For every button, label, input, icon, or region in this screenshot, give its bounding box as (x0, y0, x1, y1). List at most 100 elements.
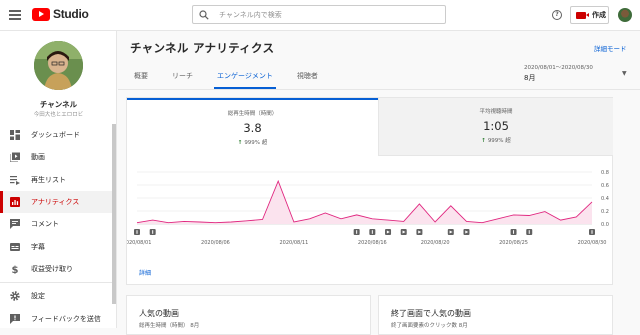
dollar-icon: $ (10, 264, 20, 274)
studio-logo[interactable]: Studio (32, 7, 89, 21)
y-tick-label: 0.6 (601, 183, 609, 189)
metric-value: 3.8 (243, 121, 262, 135)
top-bar: Studio チャンネル内で検索 ? 作成 (0, 0, 640, 31)
see-more-link[interactable]: 詳細 (139, 268, 151, 277)
search-input[interactable]: チャンネル内で検索 (192, 5, 446, 24)
page-title: チャンネル アナリティクス (130, 41, 275, 55)
gear-icon (10, 291, 20, 301)
metric-change: ↑ 999% 超 (481, 138, 511, 144)
metric-value: 1:05 (483, 119, 509, 133)
comment-icon (10, 219, 20, 230)
sidebar-item-settings[interactable]: 設定 (0, 285, 113, 307)
sidebar-scrollbar[interactable] (112, 124, 116, 304)
advanced-mode-link[interactable]: 詳細モード (594, 43, 627, 53)
top-videos-card: 人気の動画 総再生時間（時間） 8月 (126, 295, 371, 335)
tab-audience[interactable]: 視聴者 (297, 71, 318, 89)
video-icon (10, 152, 20, 163)
account-avatar[interactable] (618, 8, 632, 22)
search-placeholder: チャンネル内で検索 (219, 10, 282, 19)
upload-marker-icon (589, 229, 595, 235)
x-tick-label: 2020/08/30 (578, 240, 607, 246)
sidebar-item-comments[interactable]: コメント (0, 213, 113, 235)
search-icon (199, 9, 209, 20)
svg-text:$: $ (12, 265, 19, 274)
up-arrow-icon: ↑ (481, 138, 486, 144)
play-marker-icon (400, 229, 407, 235)
upload-marker-icon (369, 229, 376, 235)
x-tick-label: 2020/08/16 (358, 240, 387, 246)
sidebar-item-dashboard[interactable]: ダッシュボード (0, 124, 113, 146)
x-tick-label: 2020/08/25 (499, 240, 528, 246)
feedback-icon (10, 313, 20, 324)
play-marker-icon (447, 229, 454, 235)
card-title: 人気の動画 (139, 309, 179, 318)
sidebar: チャンネル 今田大也とエロロビ ダッシュボード 動画 再生リスト アナリティクス… (0, 31, 117, 328)
sidebar-item-label: フィードバックを送信 (31, 314, 101, 323)
sidebar-item-label: 収益受け取り (31, 264, 73, 273)
analytics-tabs: 概要 リーチ エンゲージメント 視聴者 (134, 71, 342, 89)
sidebar-item-label: アナリティクス (31, 198, 80, 207)
sidebar-item-label: 動画 (31, 153, 45, 162)
upload-marker-icon (149, 229, 156, 235)
sidebar-item-label: 設定 (31, 292, 45, 301)
tab-reach[interactable]: リーチ (172, 71, 193, 89)
metric-label: 総再生時間（時間） (227, 111, 278, 117)
sidebar-item-analytics[interactable]: アナリティクス (0, 190, 113, 214)
create-button[interactable]: 作成 (570, 6, 609, 24)
subtitles-icon (10, 242, 20, 252)
y-tick-label: 0.2 (601, 209, 609, 215)
playlist-icon (10, 175, 20, 185)
sidebar-item-playlists[interactable]: 再生リスト (0, 169, 113, 191)
play-marker-icon (416, 229, 423, 235)
dashboard-icon (10, 130, 20, 141)
tab-engagement[interactable]: エンゲージメント (214, 71, 276, 89)
sidebar-item-feedback[interactable]: フィードバックを送信 (0, 307, 113, 329)
tabs-divider (118, 89, 640, 90)
up-arrow-icon: ↑ (237, 140, 243, 146)
play-marker-icon (385, 229, 392, 235)
y-tick-label: 0.0 (601, 222, 609, 228)
sidebar-item-videos[interactable]: 動画 (0, 146, 113, 168)
sidebar-item-monetization[interactable]: $ 収益受け取り (0, 258, 113, 280)
analytics-icon (10, 197, 20, 208)
sidebar-divider (0, 282, 113, 284)
channel-avatar[interactable] (34, 41, 83, 90)
date-range-text[interactable]: 2020/08/01～2020/08/30 (524, 63, 593, 71)
upload-marker-icon (134, 229, 140, 235)
help-icon[interactable]: ? (552, 10, 562, 20)
x-tick-label: 2020/08/01 (127, 240, 151, 246)
dropdown-caret-icon[interactable]: ▼ (622, 70, 627, 77)
y-tick-label: 0.4 (601, 196, 609, 202)
y-tick-label: 0.8 (601, 170, 609, 176)
tab-overview[interactable]: 概要 (134, 71, 148, 89)
create-button-label: 作成 (592, 11, 606, 19)
top-end-screen-videos-card: 終了画面で人気の動画 終了画面要素のクリック数 8月 (378, 295, 613, 335)
sidebar-item-label: 字幕 (31, 242, 45, 251)
metric-change: ↑ 999% 超 (237, 140, 268, 146)
play-marker-icon (463, 229, 470, 235)
card-title: 終了画面で人気の動画 (391, 309, 471, 318)
video-camera-icon (576, 11, 589, 19)
metric-avg-view-duration[interactable]: 平均視聴時間 1:05 ↑ 999% 超 (378, 98, 613, 156)
channel-subtitle: 今田大也とエロロビ (33, 112, 84, 118)
sidebar-nav: ダッシュボード 動画 再生リスト アナリティクス コメント 字幕 $ 収益受け取… (0, 124, 113, 330)
hamburger-menu-icon[interactable] (9, 10, 21, 20)
channel-name: チャンネル (39, 100, 78, 109)
logo-text: Studio (53, 7, 89, 21)
upload-marker-icon (526, 229, 533, 235)
upload-marker-icon (510, 229, 517, 235)
sidebar-item-subtitles[interactable]: 字幕 (0, 235, 113, 257)
channel-photo (34, 41, 83, 90)
sidebar-item-label: 再生リスト (31, 175, 66, 184)
metric-watch-time[interactable]: 総再生時間（時間） 3.8 ↑ 999% 超 (127, 98, 378, 156)
main-content: チャンネル アナリティクス 詳細モード 概要 リーチ エンゲージメント 視聴者 … (118, 31, 640, 335)
upload-marker-icon (353, 229, 360, 235)
metric-label: 平均視聴時間 (479, 109, 513, 115)
x-tick-label: 2020/08/20 (421, 240, 450, 246)
youtube-logo-icon (32, 7, 50, 21)
sidebar-item-label: コメント (31, 220, 59, 229)
date-range-selector[interactable]: 8月 (524, 73, 535, 83)
x-tick-label: 2020/08/06 (201, 240, 230, 246)
sidebar-item-label: ダッシュボード (31, 131, 80, 140)
engagement-line-chart[interactable]: 0.8 0.6 0.4 0.2 0.0 2020/08/01 2020/08/06 2020/… (127, 160, 614, 260)
